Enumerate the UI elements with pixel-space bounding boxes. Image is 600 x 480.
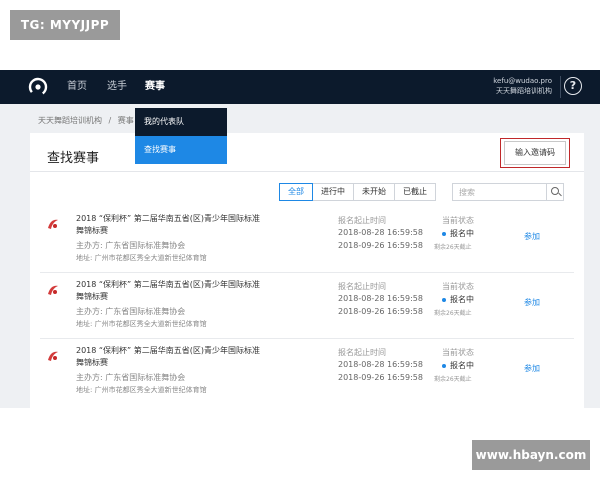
event-host: 主办方: 广东省国际标准舞协会 xyxy=(76,307,186,316)
event-row: 2018 “保利杯” 第二届华南五省(区)青少年国际标准舞锦标赛 主办方: 广东… xyxy=(30,207,584,273)
registration-period-label: 报名起止时间 xyxy=(338,216,386,225)
nav-item-home[interactable]: 首页 xyxy=(67,70,87,104)
registration-period-label: 报名起止时间 xyxy=(338,282,386,291)
days-remaining: 剩余26天截止 xyxy=(434,310,472,317)
breadcrumb-events: 赛事 xyxy=(117,116,134,125)
status-filter-group: 全部 进行中 未开始 已截止 xyxy=(279,183,436,201)
brand-logo-icon[interactable] xyxy=(28,77,48,97)
status-text: 报名中 xyxy=(450,229,474,238)
breadcrumb-org[interactable]: 天天舞蹈培训机构 xyxy=(38,116,102,125)
join-event-link[interactable]: 参加 xyxy=(524,297,540,308)
top-navbar: 首页 选手 赛事 kefu@wudao.pro 天天舞蹈培训机构 ? xyxy=(0,70,600,104)
registration-start: 2018-08-28 16:59:58 xyxy=(338,360,423,369)
registration-start: 2018-08-28 16:59:58 xyxy=(338,228,423,237)
breadcrumb: 天天舞蹈培训机构 / 赛事 xyxy=(38,115,138,126)
status-text: 报名中 xyxy=(450,361,474,370)
breadcrumb-separator: / xyxy=(108,116,112,125)
nav-divider xyxy=(560,76,561,98)
menu-item-find-events[interactable]: 查找赛事 xyxy=(135,136,227,164)
days-remaining: 剩余26天截止 xyxy=(434,376,472,383)
nav-item-players[interactable]: 选手 xyxy=(107,70,127,104)
invite-button-highlight xyxy=(500,138,570,168)
event-title[interactable]: 2018 “保利杯” 第二届华南五省(区)青少年国际标准舞锦标赛 xyxy=(76,279,266,303)
filter-all[interactable]: 全部 xyxy=(279,183,313,201)
join-event-link[interactable]: 参加 xyxy=(524,363,540,374)
user-org[interactable]: 天天舞蹈培训机构 xyxy=(496,86,552,96)
filter-not-started[interactable]: 未开始 xyxy=(353,183,395,201)
filter-ongoing[interactable]: 进行中 xyxy=(312,183,354,201)
watermark-bottom: www.hbayn.com xyxy=(472,440,590,470)
event-address: 地址: 广州市花都区秀全大道新世纪体育馆 xyxy=(76,386,207,394)
registration-end: 2018-09-26 16:59:58 xyxy=(338,241,423,250)
registration-start: 2018-08-28 16:59:58 xyxy=(338,294,423,303)
join-event-link[interactable]: 参加 xyxy=(524,231,540,242)
search-icon[interactable] xyxy=(546,184,563,200)
page-title: 查找赛事 xyxy=(47,151,100,166)
registration-period-label: 报名起止时间 xyxy=(338,348,386,357)
event-address: 地址: 广州市花都区秀全大道新世纪体育馆 xyxy=(76,254,207,262)
event-logo-icon xyxy=(48,285,58,295)
events-dropdown-menu: 我的代表队 查找赛事 xyxy=(135,108,227,164)
event-address: 地址: 广州市花都区秀全大道新世纪体育馆 xyxy=(76,320,207,328)
header-divider xyxy=(30,171,584,172)
registration-end: 2018-09-26 16:59:58 xyxy=(338,373,423,382)
search-input[interactable] xyxy=(453,184,547,200)
status-dot-icon xyxy=(442,297,446,302)
events-card: 查找赛事 输入邀请码 全部 进行中 未开始 已截止 2018 “保利杯” 第二届… xyxy=(30,133,584,408)
search-box xyxy=(452,183,564,201)
event-logo-icon xyxy=(48,219,58,229)
status-text: 报名中 xyxy=(450,295,474,304)
status-dot-icon xyxy=(442,363,446,368)
help-icon[interactable]: ? xyxy=(564,77,582,95)
event-logo-icon xyxy=(48,351,58,361)
user-email[interactable]: kefu@wudao.pro xyxy=(493,76,552,86)
status-badge: 报名中 xyxy=(442,360,474,371)
watermark-top: TG: MYYJJPP xyxy=(10,10,120,40)
days-remaining: 剩余26天截止 xyxy=(434,244,472,251)
status-label: 当前状态 xyxy=(442,216,474,225)
event-row: 2018 “保利杯” 第二届华南五省(区)青少年国际标准舞锦标赛 主办方: 广东… xyxy=(30,339,584,405)
filter-closed[interactable]: 已截止 xyxy=(394,183,436,201)
status-dot-icon xyxy=(442,231,446,236)
nav-item-events[interactable]: 赛事 xyxy=(145,70,165,104)
event-title[interactable]: 2018 “保利杯” 第二届华南五省(区)青少年国际标准舞锦标赛 xyxy=(76,345,266,369)
menu-item-my-team[interactable]: 我的代表队 xyxy=(135,108,227,136)
status-badge: 报名中 xyxy=(442,228,474,239)
event-title[interactable]: 2018 “保利杯” 第二届华南五省(区)青少年国际标准舞锦标赛 xyxy=(76,213,266,237)
status-badge: 报名中 xyxy=(442,294,474,305)
event-host: 主办方: 广东省国际标准舞协会 xyxy=(76,373,186,382)
registration-end: 2018-09-26 16:59:58 xyxy=(338,307,423,316)
event-host: 主办方: 广东省国际标准舞协会 xyxy=(76,241,186,250)
event-row: 2018 “保利杯” 第二届华南五省(区)青少年国际标准舞锦标赛 主办方: 广东… xyxy=(30,273,584,339)
status-label: 当前状态 xyxy=(442,348,474,357)
status-label: 当前状态 xyxy=(442,282,474,291)
